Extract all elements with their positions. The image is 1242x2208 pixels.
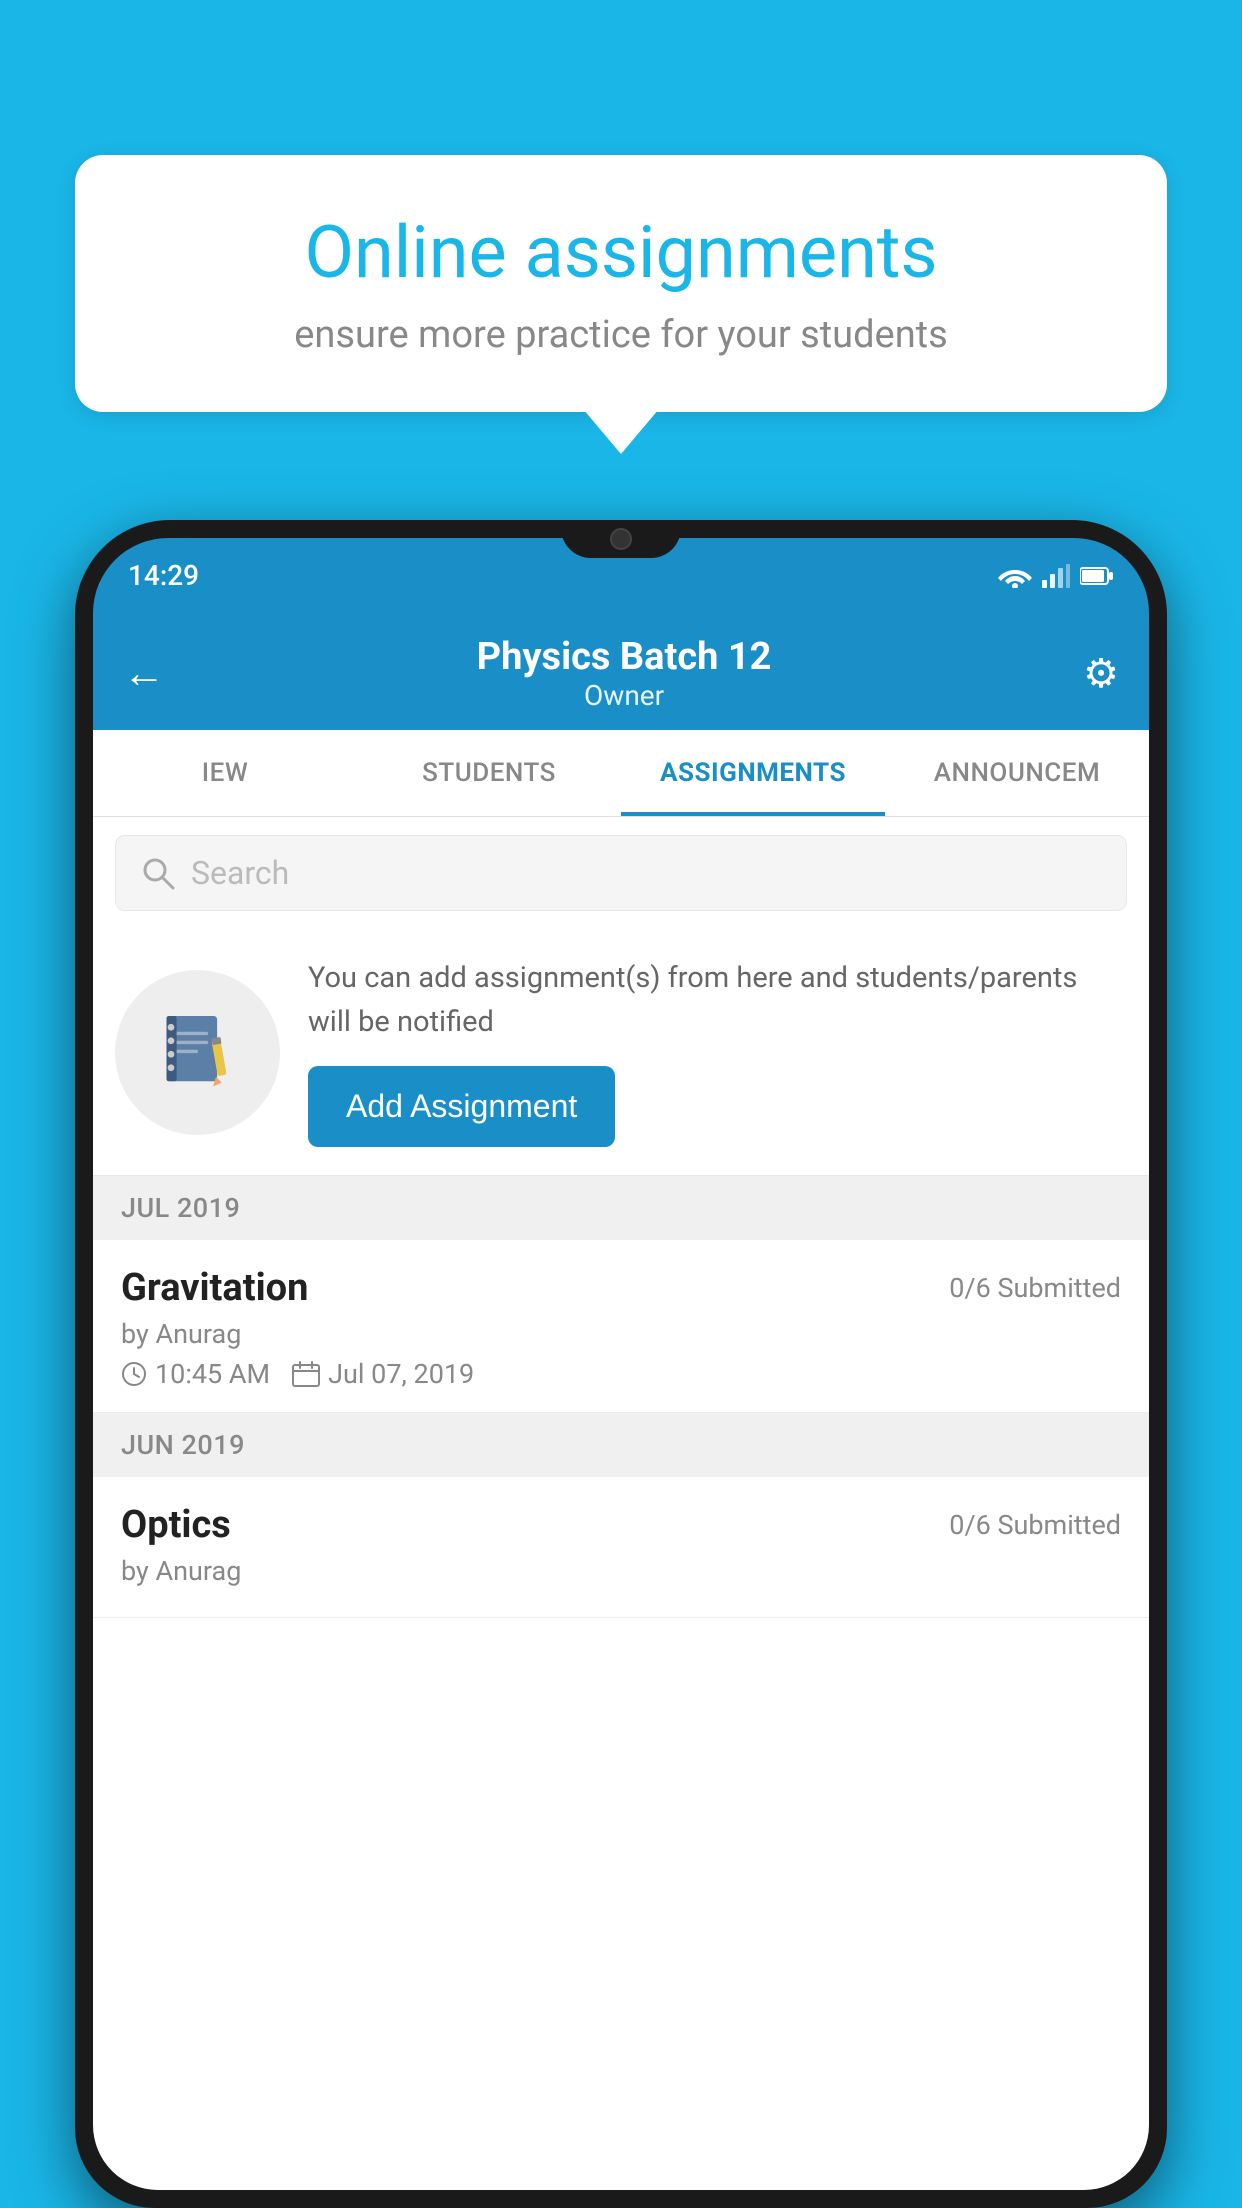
assignment-time: 10:45 AM [155, 1358, 270, 1390]
phone-frame: 14:29 ← [75, 520, 1167, 2208]
tab-announcements[interactable]: ANNOUNCEM [885, 730, 1149, 816]
assignment-item-gravitation[interactable]: Gravitation 0/6 Submitted by Anurag 10:4… [93, 1240, 1149, 1413]
wifi-icon [998, 564, 1032, 588]
assignment-date-meta: Jul 07, 2019 [292, 1358, 474, 1390]
month-separator-jul: JUL 2019 [93, 1176, 1149, 1240]
status-icons [998, 564, 1114, 588]
phone-screen: ← Physics Batch 12 Owner ⚙ IEW STUDENTS … [93, 613, 1149, 2190]
back-button[interactable]: ← [123, 649, 165, 698]
app-header: ← Physics Batch 12 Owner ⚙ [93, 613, 1149, 730]
assignment-submitted-count-optics: 0/6 Submitted [949, 1509, 1121, 1541]
search-icon [141, 856, 175, 890]
search-bar[interactable]: Search [115, 835, 1127, 911]
assignment-top-row: Gravitation 0/6 Submitted [121, 1266, 1121, 1310]
search-placeholder: Search [191, 854, 289, 892]
assignment-submitted-count: 0/6 Submitted [949, 1272, 1121, 1304]
month-separator-jun: JUN 2019 [93, 1413, 1149, 1477]
add-assignment-button[interactable]: Add Assignment [308, 1066, 615, 1147]
assignment-top-row-optics: Optics 0/6 Submitted [121, 1503, 1121, 1547]
bubble-subtitle: ensure more practice for your students [140, 313, 1102, 357]
assignment-by: by Anurag [121, 1318, 1121, 1350]
clock-icon [121, 1361, 147, 1387]
header-title: Physics Batch 12 [477, 635, 772, 679]
assignment-date: Jul 07, 2019 [328, 1358, 474, 1390]
speech-bubble: Online assignments ensure more practice … [75, 155, 1167, 412]
tabs-container: IEW STUDENTS ASSIGNMENTS ANNOUNCEM [93, 730, 1149, 817]
assignment-meta: 10:45 AM Jul 07, 2019 [121, 1358, 1121, 1390]
signal-icon [1042, 564, 1070, 588]
calendar-icon [292, 1361, 320, 1387]
notebook-icon [153, 1007, 243, 1097]
tab-students[interactable]: STUDENTS [357, 730, 621, 816]
battery-icon [1080, 566, 1114, 586]
search-container: Search [93, 817, 1149, 929]
assignment-title-optics: Optics [121, 1503, 231, 1547]
assignment-by-optics: by Anurag [121, 1555, 1121, 1587]
assignment-title: Gravitation [121, 1266, 308, 1310]
tab-overview[interactable]: IEW [93, 730, 357, 816]
phone-notch [561, 520, 681, 558]
status-time: 14:29 [128, 559, 199, 592]
bubble-title: Online assignments [140, 210, 1102, 295]
header-center: Physics Batch 12 Owner [477, 635, 772, 712]
settings-button[interactable]: ⚙ [1083, 650, 1119, 697]
promo-section: Online assignments ensure more practice … [75, 155, 1167, 412]
tab-assignments[interactable]: ASSIGNMENTS [621, 730, 885, 816]
info-card: You can add assignment(s) from here and … [93, 929, 1149, 1176]
info-description: You can add assignment(s) from here and … [308, 957, 1127, 1044]
camera [610, 528, 632, 550]
info-text-area: You can add assignment(s) from here and … [308, 957, 1127, 1147]
assignment-item-optics[interactable]: Optics 0/6 Submitted by Anurag [93, 1477, 1149, 1618]
assignment-time-meta: 10:45 AM [121, 1358, 270, 1390]
notebook-icon-container [115, 970, 280, 1135]
header-owner-label: Owner [477, 679, 772, 712]
